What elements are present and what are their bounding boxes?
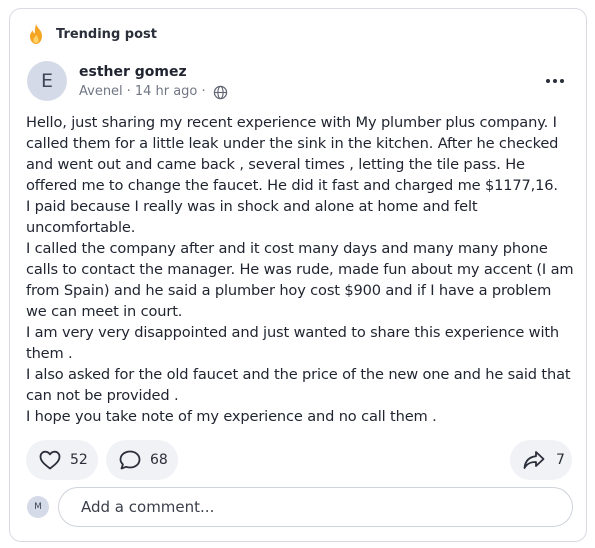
author-name[interactable]: esther gomez <box>79 63 228 81</box>
meta-separator: · <box>126 84 131 99</box>
post-meta: Avenel · 14 hr ago · <box>79 83 228 101</box>
comment-input[interactable] <box>58 487 573 527</box>
comment-button[interactable]: 68 <box>106 440 178 480</box>
like-count: 52 <box>70 452 88 468</box>
current-user-avatar: M <box>27 496 49 518</box>
post-paragraph: I also asked for the old faucet and the … <box>26 366 571 404</box>
post-paragraph: I am very very disappointed and just wan… <box>26 324 560 362</box>
flame-icon <box>30 24 42 44</box>
current-user-initial: M <box>34 502 42 512</box>
comment-count: 68 <box>150 452 168 468</box>
post-time: 14 hr ago · <box>134 84 206 99</box>
post-card: Trending post E esther gomez Avenel · 14… <box>9 8 587 542</box>
post-body: Hello, just sharing my recent experience… <box>26 112 576 427</box>
comment-bubble-icon <box>119 450 141 470</box>
globe-icon <box>213 85 227 99</box>
like-button[interactable]: 52 <box>26 440 98 480</box>
more-options-button[interactable] <box>540 71 570 91</box>
trending-label: Trending post <box>56 26 157 42</box>
post-paragraph: I called the company after and it cost m… <box>26 240 574 320</box>
author-avatar[interactable]: E <box>27 61 67 101</box>
heart-icon <box>39 450 61 470</box>
post-paragraph: Hello, just sharing my recent experience… <box>26 114 559 194</box>
trending-header: Trending post <box>26 23 157 45</box>
post-paragraph: I hope you take note of my experience an… <box>26 408 437 425</box>
share-arrow-icon <box>523 451 545 469</box>
share-button[interactable]: 7 <box>510 440 572 480</box>
author-initial: E <box>40 70 53 92</box>
post-actions: 52 68 7 <box>26 440 572 480</box>
more-horizontal-icon <box>546 79 564 83</box>
author-location: Avenel <box>79 84 123 99</box>
share-count: 7 <box>556 452 565 468</box>
post-paragraph: I paid because I really was in shock and… <box>26 198 478 236</box>
author-info: esther gomez Avenel · 14 hr ago · <box>79 63 228 101</box>
comment-composer: M <box>26 487 574 529</box>
